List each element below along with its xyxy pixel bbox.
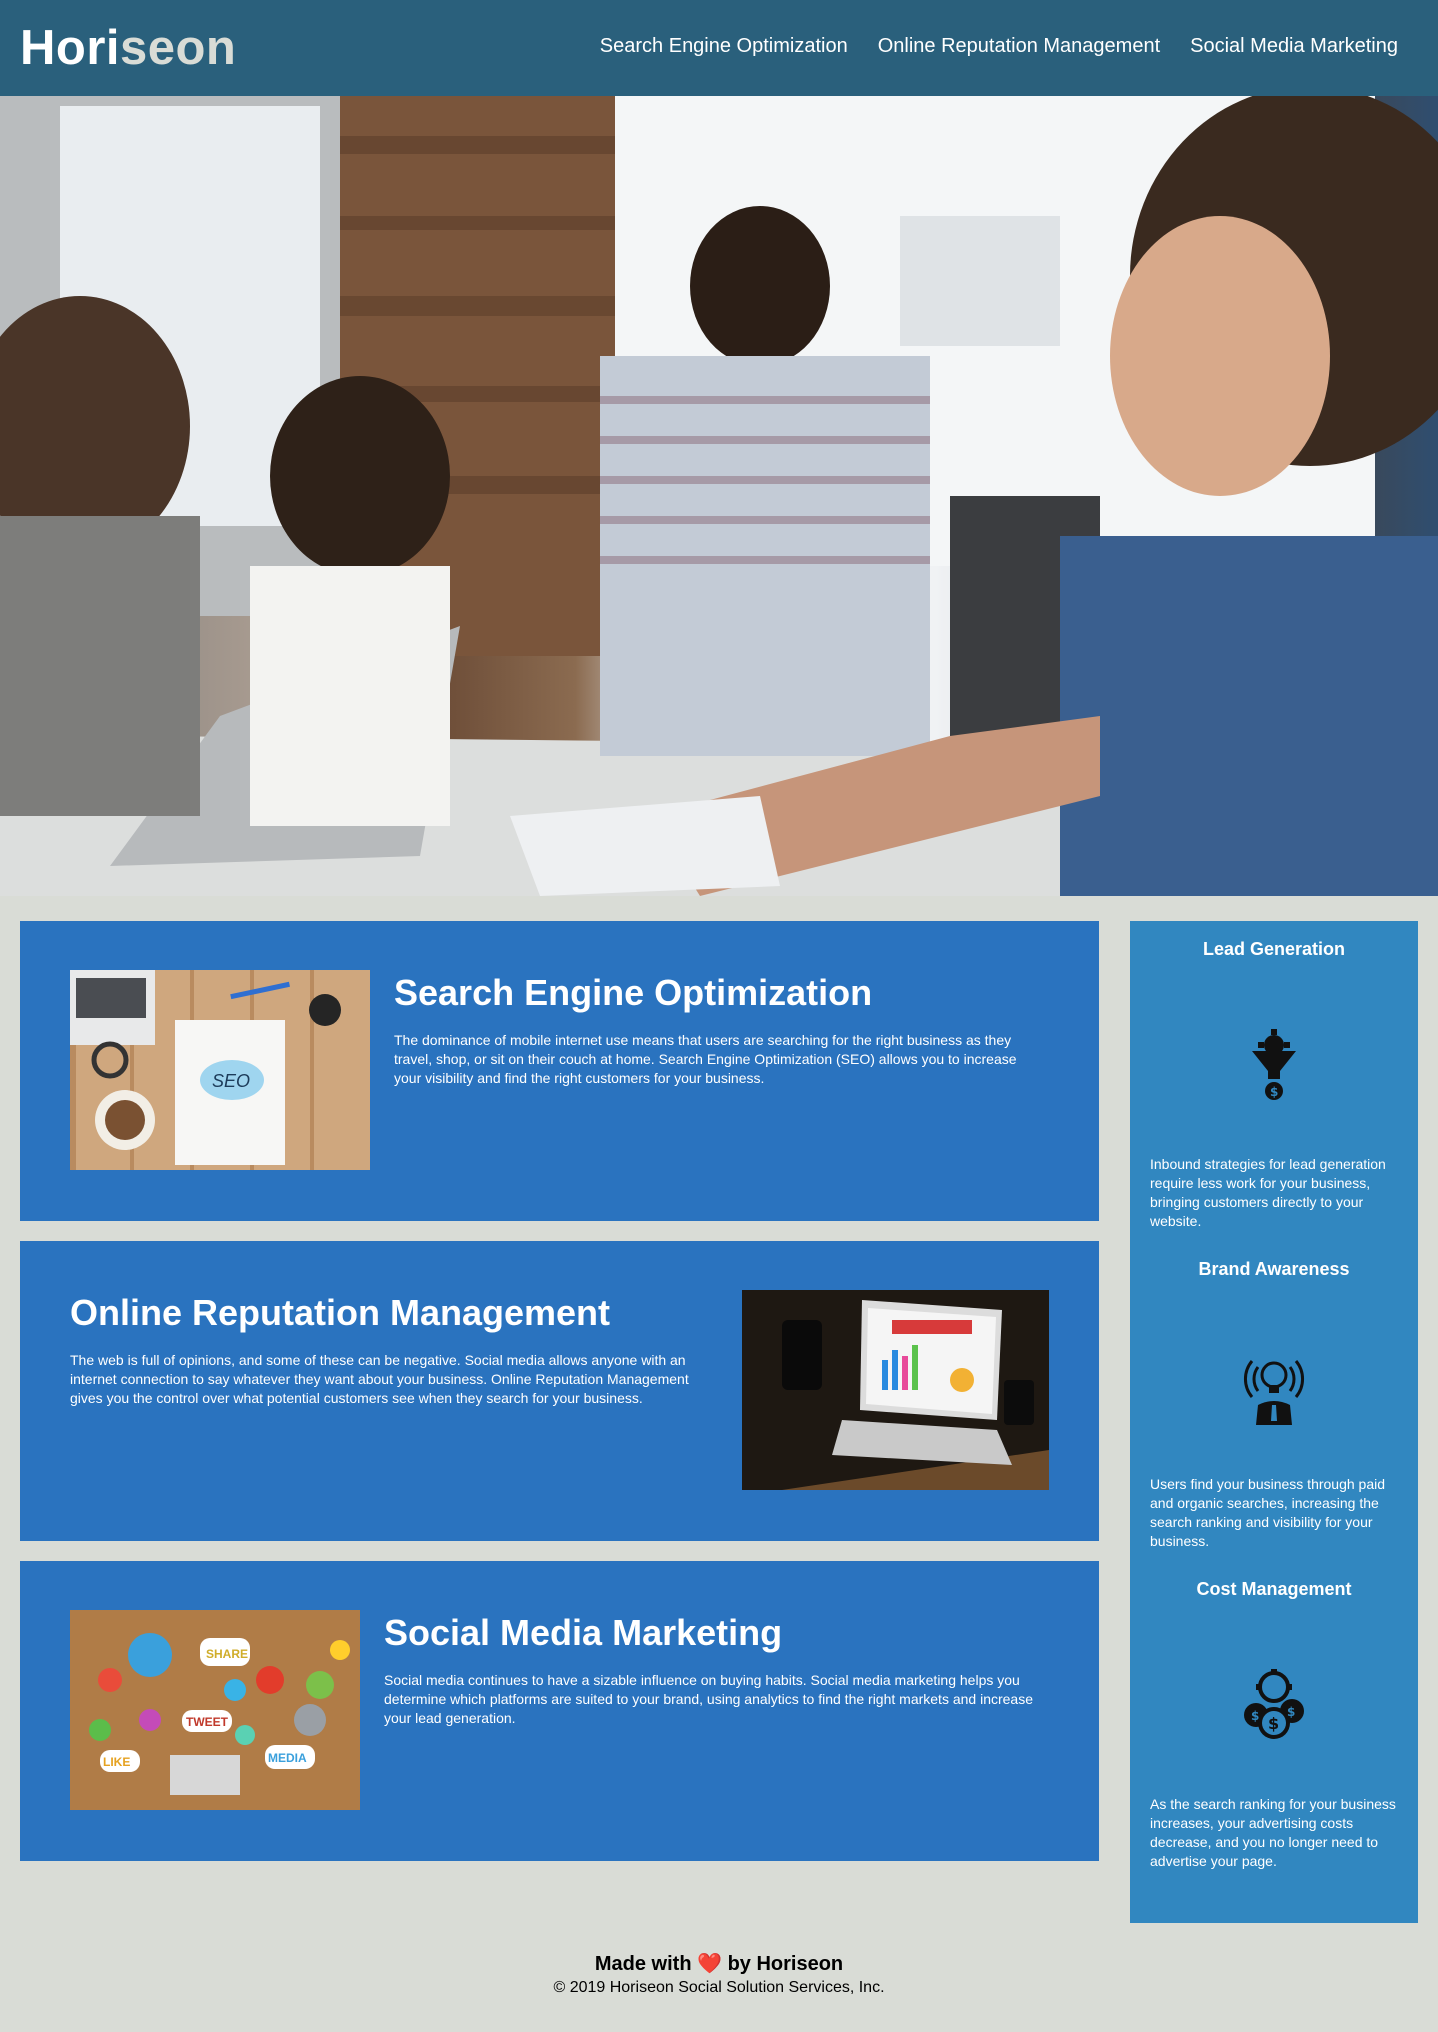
- svg-text:LIKE: LIKE: [103, 1755, 130, 1769]
- nav-link-orm[interactable]: Online Reputation Management: [878, 32, 1160, 60]
- smm-title: Social Media Marketing: [384, 1612, 783, 1653]
- seo-text: The dominance of mobile internet use mea…: [394, 1032, 1017, 1086]
- benefit-lead-generation: Lead Generation $ Inbound strategies for…: [1130, 937, 1418, 1257]
- benefit-brand-title: Brand Awareness: [1198, 1259, 1350, 1279]
- svg-text:$: $: [1268, 1714, 1279, 1733]
- svg-text:$: $: [1270, 1085, 1278, 1099]
- logo-accent: seon: [120, 21, 237, 75]
- svg-text:TWEET: TWEET: [186, 1715, 229, 1729]
- reputation-laptop-photo: [742, 1290, 1049, 1490]
- svg-text:MEDIA: MEDIA: [268, 1751, 307, 1765]
- benefit-cost-title: Cost Management: [1196, 1579, 1352, 1599]
- lead-funnel-icon: $: [1234, 1027, 1314, 1107]
- smm-text: Social media continues to have a sizable…: [384, 1672, 1033, 1726]
- nav-link-smm[interactable]: Social Media Marketing: [1190, 32, 1398, 60]
- orm-title: Online Reputation Management: [70, 1292, 611, 1333]
- svg-text:$: $: [1287, 1705, 1295, 1719]
- benefit-brand-awareness: Brand Awareness Users find your business…: [1130, 1257, 1418, 1577]
- svg-text:SEO: SEO: [212, 1071, 250, 1091]
- seo-notebook-photo: SEO: [70, 970, 370, 1170]
- hero-photo-illustration: [0, 96, 1438, 896]
- footer-copyright: © 2019 Horiseon Social Solution Services…: [553, 1979, 885, 1996]
- logo[interactable]: Horiseon: [20, 18, 236, 78]
- site-footer: Made with ❤️ by Horiseon © 2019 Horiseon…: [0, 1950, 1438, 1998]
- brand-lightbulb-icon: [1234, 1347, 1314, 1427]
- benefit-brand-text: Users find your business through paid an…: [1150, 1476, 1386, 1549]
- benefit-cost-text: As the search ranking for your business …: [1150, 1796, 1396, 1869]
- section-smm: SHARE TWEET LIKE MEDIA Social Media Mark…: [20, 1561, 1099, 1861]
- footer-made-with: Made with ❤️ by Horiseon: [0, 1950, 1438, 1978]
- benefit-cost-management: Cost Management $ $ $ As the search rank…: [1130, 1577, 1418, 1897]
- site-header: Horiseon Search Engine Optimization Onli…: [0, 0, 1438, 96]
- benefits-sidebar: Lead Generation $ Inbound strategies for…: [1130, 921, 1418, 1923]
- footer-made-prefix: Made with: [594, 1953, 692, 1975]
- svg-text:SHARE: SHARE: [206, 1647, 248, 1661]
- svg-text:$: $: [1251, 1709, 1259, 1723]
- nav-link-seo[interactable]: Search Engine Optimization: [600, 32, 848, 60]
- heart-icon: ❤️: [697, 1953, 722, 1975]
- cost-coins-icon: $ $ $: [1234, 1667, 1314, 1747]
- seo-title: Search Engine Optimization: [394, 972, 873, 1013]
- benefit-lead-title: Lead Generation: [1202, 939, 1346, 959]
- orm-text: The web is full of opinions, and some of…: [70, 1352, 689, 1406]
- benefit-lead-text: Inbound strategies for lead generation r…: [1150, 1156, 1386, 1229]
- main-nav: Search Engine Optimization Online Reputa…: [600, 32, 1398, 60]
- social-media-icons-photo: SHARE TWEET LIKE MEDIA: [70, 1610, 360, 1810]
- section-orm: Online Reputation Management The web is …: [20, 1241, 1099, 1541]
- hero-image: [0, 96, 1438, 896]
- logo-main: Hori: [20, 21, 120, 75]
- footer-made-suffix: by Horiseon: [727, 1953, 844, 1975]
- section-seo: SEO Search Engine Optimization The domin…: [20, 921, 1099, 1221]
